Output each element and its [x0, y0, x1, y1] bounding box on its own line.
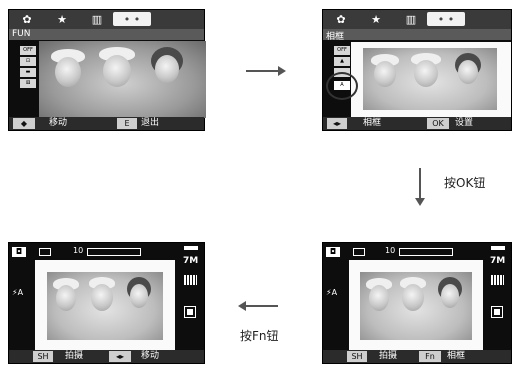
- frame-nav-button[interactable]: ◂▸: [327, 118, 347, 129]
- arrowhead-right: [278, 66, 286, 76]
- move-button[interactable]: ◂▸: [109, 351, 131, 362]
- screen-shoot-move: ◘ ⚡A 10 7M SH 拍摄 ◂▸ 移动: [8, 242, 205, 364]
- arrowhead-down: [415, 198, 425, 206]
- frame-label: 相框: [363, 118, 382, 128]
- face-middle: [103, 55, 131, 87]
- camera-mode-icon: ◘: [326, 247, 340, 257]
- ok-label: 设置: [455, 118, 474, 128]
- mode-bar-icon: [184, 246, 198, 250]
- arrow-left: [246, 305, 278, 307]
- shot-counter: 10: [385, 246, 396, 255]
- resolution-label: 7M: [490, 256, 506, 266]
- mode-tab-bar: ✿ ★ ▥ • •: [323, 10, 511, 29]
- menu-item-composite[interactable]: ⚅: [20, 79, 36, 88]
- flash-auto-icon: ⚡A: [12, 288, 24, 297]
- resolution-label: 7M: [183, 256, 199, 266]
- dots-tab-icon[interactable]: • •: [427, 12, 465, 26]
- face-left: [369, 285, 389, 311]
- menu-strip: [323, 29, 511, 40]
- exit-button[interactable]: E: [117, 118, 137, 129]
- right-column: 7M: [486, 243, 511, 363]
- bottom-bar: ◂▸ 相框 OK 设置: [323, 117, 511, 130]
- shoot-button[interactable]: SH: [33, 351, 53, 362]
- mode-tab-bar: ✿ ★ ▥ • •: [9, 10, 204, 29]
- caption-fn-step: 按Fn钮: [240, 329, 279, 343]
- face-left: [55, 57, 81, 87]
- memory-bar: [399, 248, 453, 256]
- selection-circle: [326, 72, 358, 100]
- right-column: 7M: [179, 243, 204, 363]
- dots-tab-icon[interactable]: • •: [113, 12, 151, 26]
- left-column: ◘ ⚡A: [323, 243, 347, 363]
- face-middle: [91, 284, 113, 311]
- arrow-down: [419, 168, 421, 200]
- camera-mode-icon: ◘: [12, 247, 26, 257]
- move-label: 移动: [49, 118, 68, 128]
- frame-card: [35, 260, 175, 352]
- face-right: [441, 284, 459, 308]
- palette-icon[interactable]: ✿: [326, 12, 356, 26]
- exit-label: 退出: [141, 118, 160, 128]
- menu-strip: [9, 29, 204, 40]
- shoot-button[interactable]: SH: [347, 351, 367, 362]
- photo-preview: [39, 41, 206, 118]
- fn-button[interactable]: Fn: [419, 351, 441, 362]
- menu-title: 相框: [326, 32, 345, 42]
- frame-card: [349, 260, 483, 352]
- face-left: [374, 61, 396, 87]
- face-middle: [414, 60, 438, 87]
- bottom-bar: ◆ 移动 E 退出: [9, 117, 204, 130]
- menu-item-bar[interactable]: ▬: [20, 68, 36, 77]
- arrow-right: [246, 70, 280, 72]
- move-label: 移动: [141, 351, 160, 361]
- film-icon[interactable]: ▥: [82, 12, 112, 26]
- metering-icon: [184, 306, 196, 318]
- menu-title: FUN: [12, 29, 31, 39]
- screen-frame-menu: ✿ ★ ▥ • • 相框 OFF ▲ A ◂▸ 相框 OK 设置: [322, 9, 512, 131]
- caption-ok-step: 按OK钮: [444, 176, 486, 190]
- fn-label: 相框: [447, 351, 466, 361]
- photo-preview: [360, 272, 472, 340]
- face-right: [458, 60, 478, 84]
- face-right: [130, 284, 148, 308]
- arrowhead-left: [238, 301, 246, 311]
- left-column: ◘ ⚡A: [9, 243, 33, 363]
- screen-fun-menu: ✿ ★ ▥ • • FUN OFF ⊡ ▬ ⚅ ◆ 移动 E 退出: [8, 9, 206, 131]
- face-left: [56, 285, 76, 311]
- menu-item-off[interactable]: OFF: [334, 46, 350, 55]
- battery-icon: [353, 248, 365, 256]
- face-right: [155, 55, 179, 83]
- menu-item-off[interactable]: OFF: [20, 46, 36, 55]
- shoot-label: 拍摄: [65, 351, 84, 361]
- move-button[interactable]: ◆: [13, 118, 35, 129]
- mode-bar-icon: [491, 246, 505, 250]
- frame-card: [351, 42, 511, 117]
- bottom-bar: SH 拍摄 ◂▸ 移动: [9, 350, 204, 363]
- ok-button[interactable]: OK: [427, 118, 449, 129]
- memory-bar: [87, 248, 141, 256]
- metering-icon: [491, 306, 503, 318]
- film-icon[interactable]: ▥: [396, 12, 426, 26]
- star-icon[interactable]: ★: [361, 12, 391, 26]
- palette-icon[interactable]: ✿: [12, 12, 42, 26]
- quality-icon: [491, 275, 504, 285]
- flash-auto-icon: ⚡A: [326, 288, 338, 297]
- screen-shoot-frame: ◘ ⚡A 10 7M SH 拍摄 Fn 相框: [322, 242, 512, 364]
- quality-icon: [184, 275, 197, 285]
- star-icon[interactable]: ★: [47, 12, 77, 26]
- bottom-bar: SH 拍摄 Fn 相框: [323, 350, 511, 363]
- shoot-label: 拍摄: [379, 351, 398, 361]
- battery-icon: [39, 248, 51, 256]
- menu-item-frame[interactable]: ⊡: [20, 57, 36, 66]
- shot-counter: 10: [73, 246, 84, 255]
- menu-item-mountain[interactable]: ▲: [334, 57, 350, 66]
- photo-preview: [363, 48, 497, 110]
- face-middle: [402, 284, 424, 311]
- photo-preview: [47, 272, 163, 340]
